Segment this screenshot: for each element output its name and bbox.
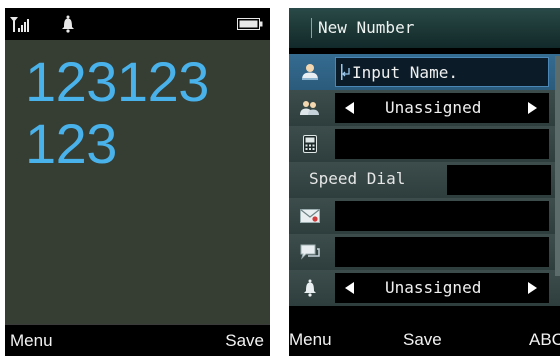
input-mode-softkey[interactable]: ABC <box>529 330 560 350</box>
speech-bubble-icon <box>300 244 320 260</box>
previous-arrow-icon[interactable] <box>345 282 354 294</box>
save-softkey[interactable]: Save <box>403 330 442 350</box>
menu-softkey[interactable]: Menu <box>289 330 332 350</box>
dialed-number-line: 123123 <box>25 50 209 113</box>
phone-row[interactable] <box>289 126 560 162</box>
speed-dial-label: Speed Dial <box>309 169 406 188</box>
softkey-bar: Menu Save <box>5 324 270 356</box>
ringtone-row[interactable]: Unassigned <box>289 270 560 306</box>
softkey-bar: Menu Save ABC <box>289 324 560 356</box>
group-value: Unassigned <box>385 98 482 117</box>
scrollbar[interactable] <box>555 56 560 276</box>
name-row[interactable]: Input Name. <box>289 54 560 90</box>
group-selector[interactable]: Unassigned <box>335 93 549 123</box>
status-bar <box>5 8 270 40</box>
name-input[interactable]: Input Name. <box>335 57 549 87</box>
bell-icon <box>62 15 74 33</box>
save-softkey[interactable]: Save <box>225 331 264 351</box>
envelope-icon <box>300 209 320 223</box>
memo-row[interactable] <box>289 234 560 270</box>
name-placeholder: Input Name. <box>352 63 458 82</box>
group-icon <box>300 101 319 115</box>
dialed-number-line: 123 <box>25 112 117 175</box>
bell-icon <box>304 279 316 297</box>
next-arrow-icon[interactable] <box>528 282 537 294</box>
new-contact-screen: New Number Input Name. Unassigned Speed … <box>289 8 560 356</box>
person-icon <box>302 64 318 80</box>
dialed-number: 123123 123 <box>25 52 265 176</box>
text-cursor-icon <box>341 64 350 80</box>
phone-input[interactable] <box>335 129 549 159</box>
memo-input[interactable] <box>335 237 549 267</box>
email-row[interactable] <box>289 198 560 234</box>
speed-dial-row[interactable]: Speed Dial <box>289 162 560 198</box>
ringtone-selector[interactable]: Unassigned <box>335 273 549 303</box>
speed-dial-input[interactable] <box>447 165 551 195</box>
ringtone-value: Unassigned <box>385 278 482 297</box>
title-divider <box>311 18 312 38</box>
phone-icon <box>303 135 317 153</box>
battery-icon <box>237 18 263 30</box>
previous-arrow-icon[interactable] <box>345 102 354 114</box>
signal-strength-icon <box>10 17 29 32</box>
group-row[interactable]: Unassigned <box>289 90 560 126</box>
next-arrow-icon[interactable] <box>528 102 537 114</box>
page-title: New Number <box>318 18 415 37</box>
menu-softkey[interactable]: Menu <box>10 331 53 351</box>
dialer-screen: 123123 123 Menu Save <box>5 8 270 356</box>
email-input[interactable] <box>335 201 549 231</box>
title-bar: New Number <box>289 8 560 48</box>
